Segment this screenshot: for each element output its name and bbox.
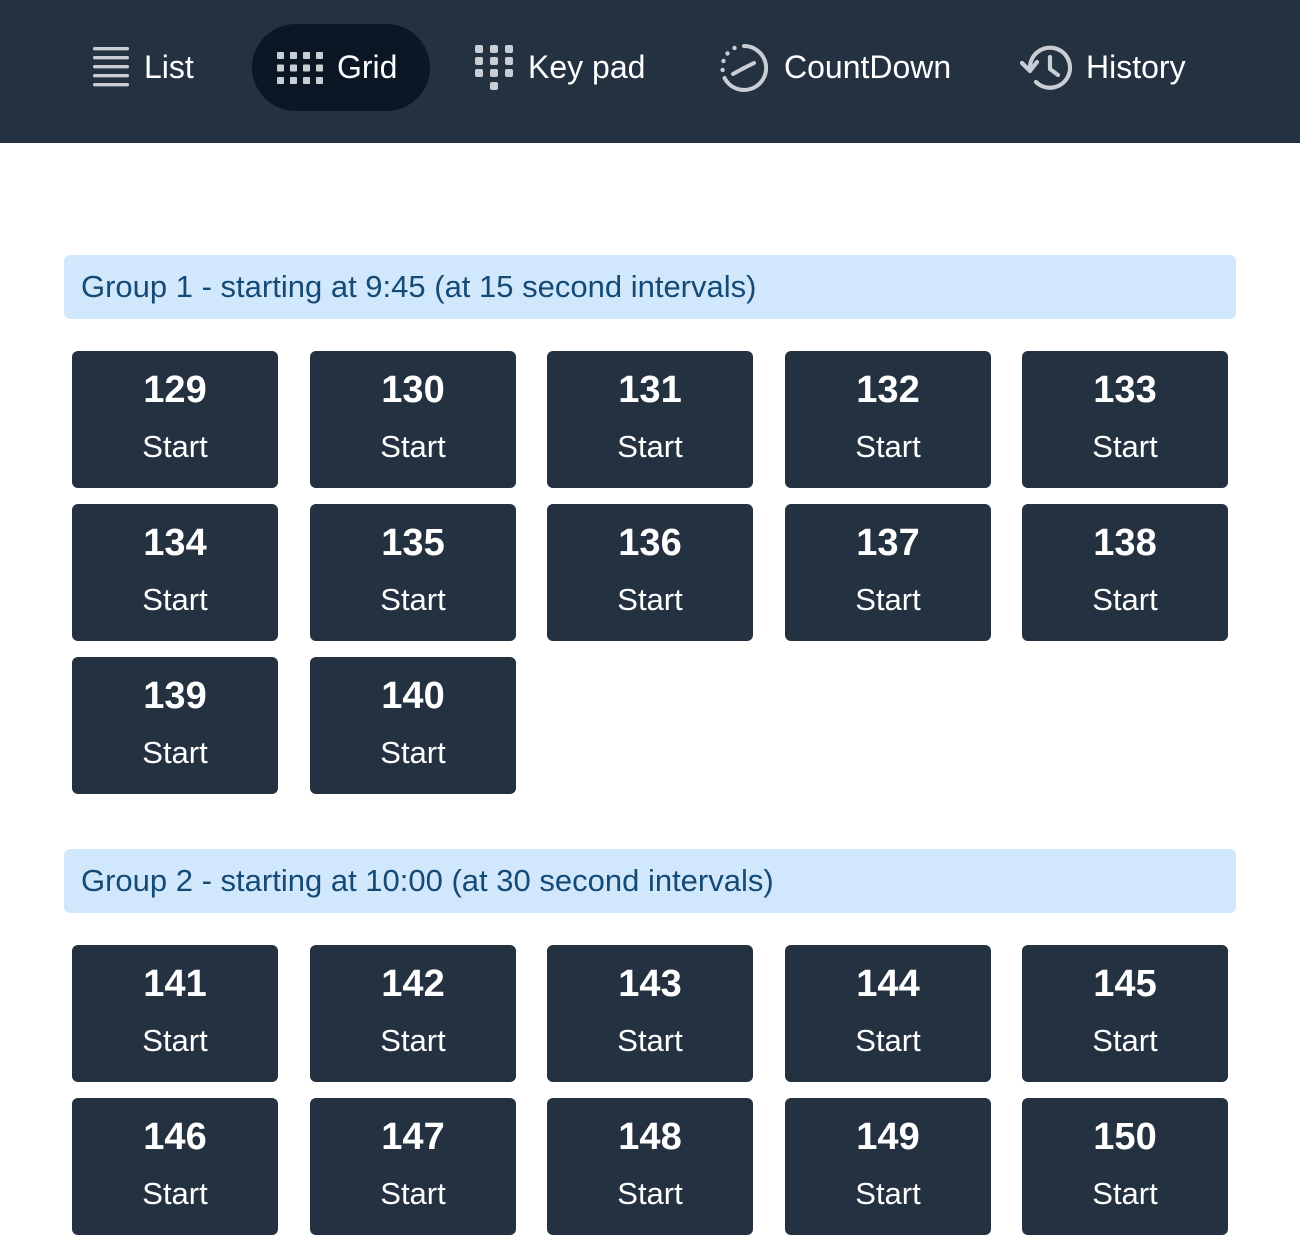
start-tile-135[interactable]: 135 Start xyxy=(310,504,516,641)
entry-number: 132 xyxy=(856,369,920,411)
start-label: Start xyxy=(855,1023,921,1058)
start-label: Start xyxy=(1092,582,1158,617)
start-label: Start xyxy=(617,429,683,464)
start-label: Start xyxy=(380,1023,446,1058)
start-tile-144[interactable]: 144 Start xyxy=(785,945,991,1082)
keypad-icon xyxy=(474,44,514,92)
start-tile-138[interactable]: 138 Start xyxy=(1022,504,1228,641)
entry-number: 141 xyxy=(143,963,207,1005)
start-label: Start xyxy=(142,735,208,770)
start-tile-148[interactable]: 148 Start xyxy=(547,1098,753,1235)
start-tile-149[interactable]: 149 Start xyxy=(785,1098,991,1235)
start-tile-140[interactable]: 140 Start xyxy=(310,657,516,794)
start-tile-145[interactable]: 145 Start xyxy=(1022,945,1228,1082)
start-tile-143[interactable]: 143 Start xyxy=(547,945,753,1082)
entry-number: 147 xyxy=(381,1116,445,1158)
start-tile-137[interactable]: 137 Start xyxy=(785,504,991,641)
start-label: Start xyxy=(380,1176,446,1211)
entry-number: 144 xyxy=(856,963,920,1005)
tab-label: CountDown xyxy=(784,49,952,85)
start-label: Start xyxy=(1092,429,1158,464)
start-tile-134[interactable]: 134 Start xyxy=(72,504,278,641)
start-tile-136[interactable]: 136 Start xyxy=(547,504,753,641)
start-tile-150[interactable]: 150 Start xyxy=(1022,1098,1228,1235)
start-label: Start xyxy=(380,582,446,617)
group-1-header: Group 1 - starting at 9:45 (at 15 second… xyxy=(64,255,1236,319)
list-icon xyxy=(92,45,130,91)
entry-number: 135 xyxy=(381,522,445,564)
history-icon xyxy=(1020,43,1072,93)
entry-number: 138 xyxy=(1093,522,1157,564)
tab-label: Key pad xyxy=(528,49,646,85)
start-tile-146[interactable]: 146 Start xyxy=(72,1098,278,1235)
entry-number: 146 xyxy=(143,1116,207,1158)
tab-keypad[interactable]: Key pad xyxy=(452,24,672,111)
tab-countdown[interactable]: CountDown xyxy=(696,24,976,111)
entry-number: 148 xyxy=(618,1116,682,1158)
entry-number: 145 xyxy=(1093,963,1157,1005)
tab-grid[interactable]: Grid xyxy=(252,24,430,111)
tab-label: List xyxy=(144,49,194,85)
start-label: Start xyxy=(617,1023,683,1058)
grid-icon xyxy=(277,51,323,84)
entry-number: 143 xyxy=(618,963,682,1005)
start-label: Start xyxy=(855,1176,921,1211)
start-label: Start xyxy=(380,429,446,464)
start-label: Start xyxy=(855,582,921,617)
entry-number: 139 xyxy=(143,675,207,717)
entry-number: 149 xyxy=(856,1116,920,1158)
start-tile-131[interactable]: 131 Start xyxy=(547,351,753,488)
tab-list[interactable]: List xyxy=(70,24,232,111)
start-label: Start xyxy=(142,1023,208,1058)
start-tile-133[interactable]: 133 Start xyxy=(1022,351,1228,488)
start-label: Start xyxy=(380,735,446,770)
top-nav-bar: List Grid Key pad CountDown History xyxy=(0,0,1300,143)
start-label: Start xyxy=(142,582,208,617)
start-tile-142[interactable]: 142 Start xyxy=(310,945,516,1082)
group-2-header: Group 2 - starting at 10:00 (at 30 secon… xyxy=(64,849,1236,913)
start-label: Start xyxy=(142,429,208,464)
start-label: Start xyxy=(855,429,921,464)
start-label: Start xyxy=(617,1176,683,1211)
tab-label: History xyxy=(1086,49,1186,85)
start-label: Start xyxy=(1092,1023,1158,1058)
tab-history[interactable]: History xyxy=(998,24,1218,111)
start-tile-147[interactable]: 147 Start xyxy=(310,1098,516,1235)
start-label: Start xyxy=(142,1176,208,1211)
entry-number: 134 xyxy=(143,522,207,564)
start-tile-130[interactable]: 130 Start xyxy=(310,351,516,488)
entry-number: 131 xyxy=(618,369,682,411)
entry-number: 150 xyxy=(1093,1116,1157,1158)
start-tile-139[interactable]: 139 Start xyxy=(72,657,278,794)
entry-number: 136 xyxy=(618,522,682,564)
start-label: Start xyxy=(1092,1176,1158,1211)
entry-number: 130 xyxy=(381,369,445,411)
entry-number: 142 xyxy=(381,963,445,1005)
entry-number: 137 xyxy=(856,522,920,564)
entry-number: 133 xyxy=(1093,369,1157,411)
tab-label: Grid xyxy=(337,49,398,85)
start-label: Start xyxy=(617,582,683,617)
start-tile-141[interactable]: 141 Start xyxy=(72,945,278,1082)
countdown-timer-icon xyxy=(718,42,770,94)
start-tile-129[interactable]: 129 Start xyxy=(72,351,278,488)
start-tile-132[interactable]: 132 Start xyxy=(785,351,991,488)
entry-number: 140 xyxy=(381,675,445,717)
entry-number: 129 xyxy=(143,369,207,411)
